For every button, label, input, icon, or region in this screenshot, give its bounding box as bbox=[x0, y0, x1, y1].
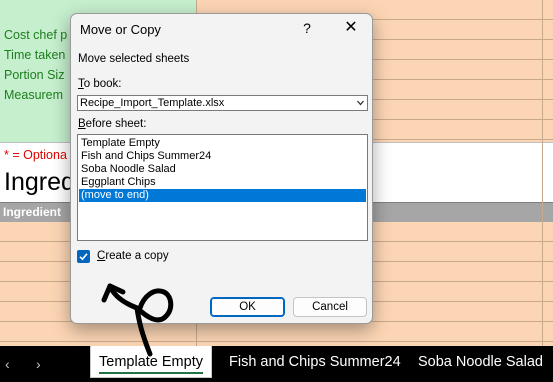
column-gridline bbox=[542, 0, 543, 346]
time-taken-label: Time taken bbox=[4, 48, 66, 62]
list-item[interactable]: Fish and Chips Summer24 bbox=[79, 150, 366, 163]
instruction-text: Move selected sheets bbox=[78, 53, 190, 65]
to-book-dropdown[interactable]: Recipe_Import_Template.xlsx bbox=[77, 95, 368, 111]
sheet-tab-fish-and-chips[interactable]: Fish and Chips Summer24 bbox=[229, 354, 401, 370]
portion-size-label: Portion Siz bbox=[4, 68, 65, 82]
list-item-selected[interactable]: (move to end) bbox=[79, 189, 366, 202]
help-button[interactable]: ? bbox=[296, 17, 318, 39]
dialog-title: Move or Copy bbox=[80, 22, 161, 37]
to-book-value: Recipe_Import_Template.xlsx bbox=[80, 97, 225, 109]
before-sheet-access-key: B bbox=[78, 118, 86, 130]
sheet-tab-template-empty[interactable]: Template Empty bbox=[90, 346, 212, 378]
scroll-tabs-right-icon[interactable]: › bbox=[36, 356, 41, 372]
list-item[interactable]: Template Empty bbox=[79, 137, 366, 150]
to-book-label: To book: bbox=[78, 78, 121, 90]
before-sheet-label-text: efore sheet: bbox=[85, 118, 147, 130]
create-copy-label-text: reate a copy bbox=[105, 250, 169, 262]
ingredients-title: Ingred bbox=[4, 168, 75, 196]
to-book-label-text: o book: bbox=[83, 78, 122, 90]
create-copy-checkbox[interactable] bbox=[77, 250, 90, 263]
ingredient-header: Ingredient bbox=[3, 205, 62, 219]
sheet-tab-label: Template Empty bbox=[99, 354, 203, 370]
sheet-tab-bar: ‹ › Template Empty Fish and Chips Summer… bbox=[0, 346, 553, 382]
active-tab-underline bbox=[99, 372, 203, 374]
create-copy-label[interactable]: Create a copy bbox=[97, 250, 169, 262]
checkmark-icon bbox=[79, 253, 88, 261]
scroll-tabs-left-icon[interactable]: ‹ bbox=[5, 356, 10, 372]
cancel-button[interactable]: Cancel bbox=[293, 297, 367, 317]
move-or-copy-dialog: Move or Copy ? ✕ Move selected sheets To… bbox=[70, 13, 373, 324]
close-icon[interactable]: ✕ bbox=[339, 17, 363, 39]
chevron-down-icon bbox=[357, 100, 364, 106]
cost-chef-label: Cost chef p bbox=[4, 28, 68, 42]
list-item[interactable]: Soba Noodle Salad bbox=[79, 163, 366, 176]
optional-note: * = Optiona bbox=[4, 148, 67, 162]
sheet-tab-soba-noodle-salad[interactable]: Soba Noodle Salad bbox=[418, 354, 543, 370]
before-sheet-label: Before sheet: bbox=[78, 118, 146, 130]
measurement-label: Measurem bbox=[4, 88, 64, 102]
before-sheet-list[interactable]: Template Empty Fish and Chips Summer24 S… bbox=[77, 134, 368, 241]
list-item[interactable]: Eggplant Chips bbox=[79, 176, 366, 189]
ok-button[interactable]: OK bbox=[210, 297, 285, 317]
